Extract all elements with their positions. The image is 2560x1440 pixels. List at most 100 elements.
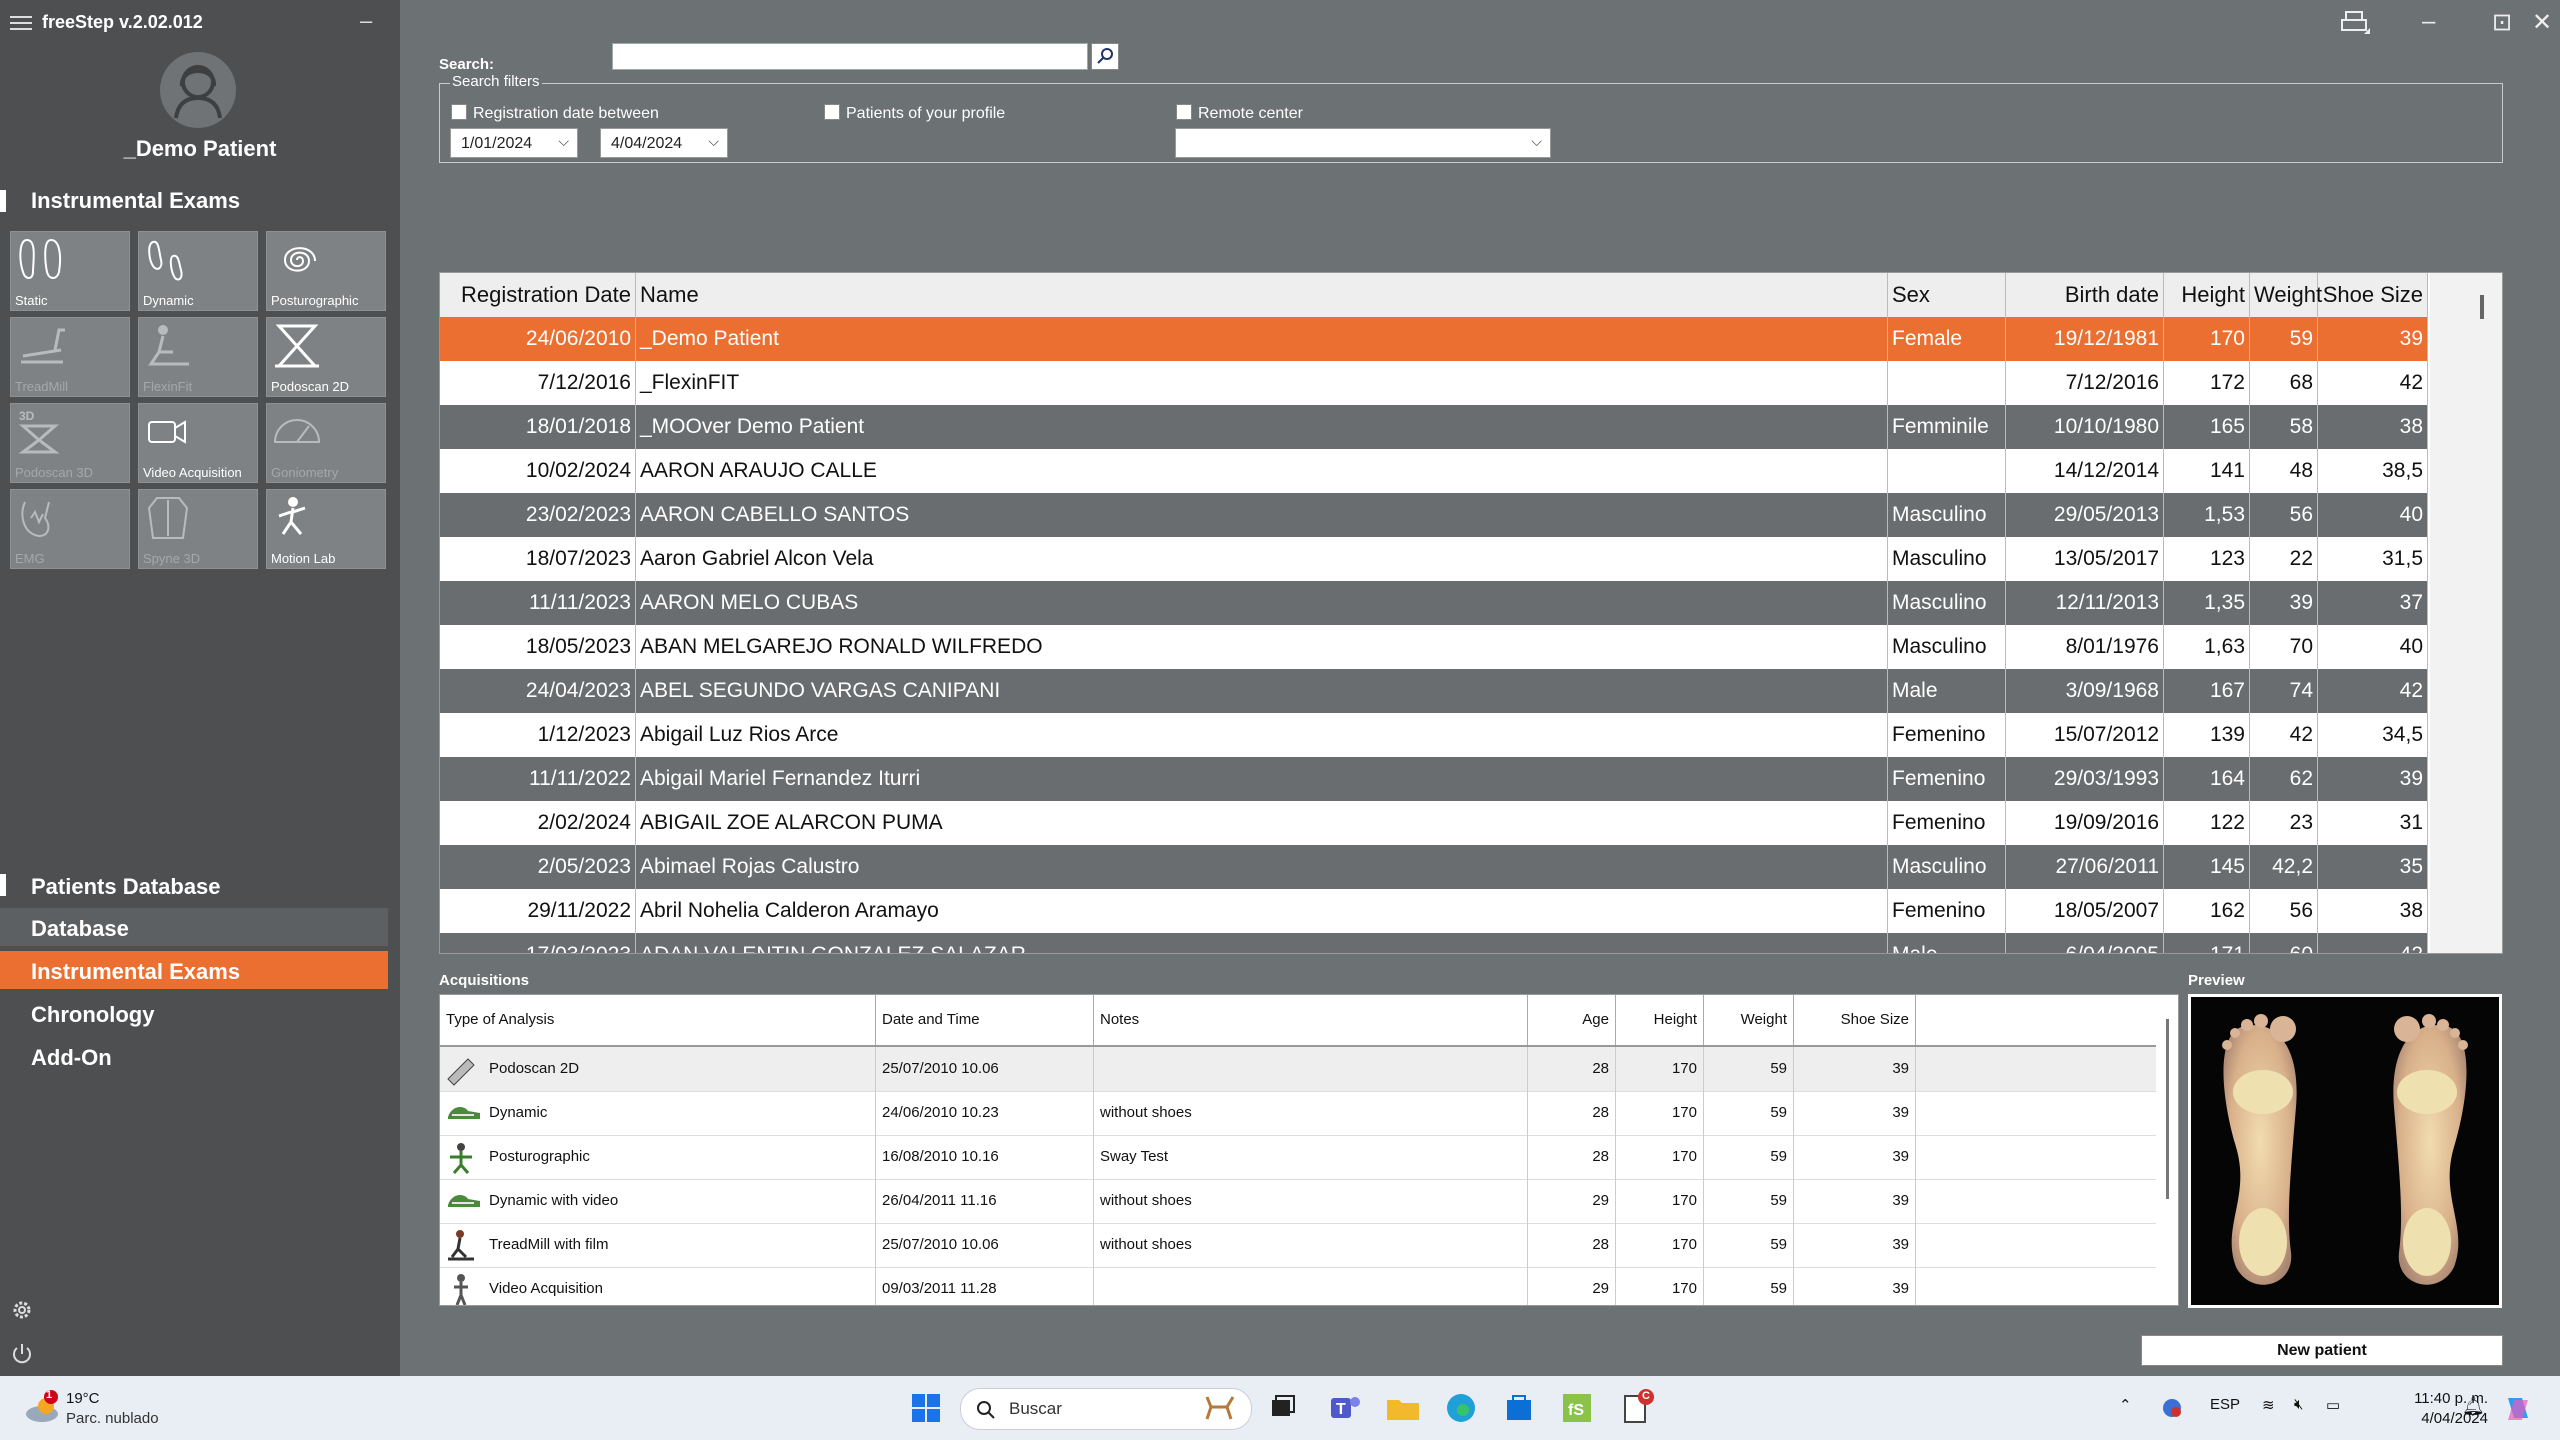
settings-gear-icon[interactable]	[10, 1298, 34, 1322]
acquisition-row[interactable]: Dynamic with video 26/04/2011 11.16 withou…	[440, 1179, 2156, 1224]
volume-muted-icon[interactable]: 🔇︎	[2294, 1396, 2303, 1413]
acquisition-row[interactable]: Video Acquisition 09/03/2011 11.28 29 170 59…	[440, 1267, 2156, 1305]
date-from-picker[interactable]: 1/01/2024 ⌵	[450, 128, 578, 158]
col-sex[interactable]: Sex	[1888, 273, 2006, 317]
minimize-button[interactable]: –	[2422, 8, 2435, 36]
cell-shoe-size: 39	[2318, 757, 2428, 801]
col-weight[interactable]: Weight	[1704, 995, 1794, 1045]
cell-weight: 59	[1704, 1047, 1794, 1091]
close-button[interactable]: ✕	[2532, 8, 2552, 37]
tile-posturographic[interactable]: Posturographic	[266, 231, 386, 311]
col-height[interactable]: Height	[2164, 273, 2250, 317]
col-notes[interactable]: Notes	[1094, 995, 1528, 1045]
taskbar-search-box[interactable]: Buscar	[960, 1388, 1252, 1430]
hamburger-menu-icon[interactable]	[10, 12, 32, 32]
copilot-icon[interactable]	[2500, 1390, 2536, 1426]
microsoft-store-icon[interactable]	[1499, 1388, 1539, 1428]
col-registration-date[interactable]: Registration Date	[440, 273, 636, 317]
acquisition-row[interactable]: Dynamic 24/06/2010 10.23 without shoes 28 17…	[440, 1091, 2156, 1136]
nav-instrumental-exams[interactable]: Instrumental Exams	[0, 951, 388, 989]
windows-start-icon[interactable]	[906, 1388, 946, 1428]
checkbox-box[interactable]	[451, 104, 467, 120]
freestep-app-icon[interactable]: fS	[1557, 1388, 1597, 1428]
tile-spyne-3d[interactable]: Spyne 3D	[138, 489, 258, 569]
table-row[interactable]: 29/11/2022 Abril Nohelia Calderon Aramayo…	[440, 889, 2428, 933]
table-row-selected[interactable]: 24/06/2010 _Demo Patient Female 19/12/1981 1…	[440, 317, 2428, 361]
language-indicator[interactable]: ESP	[2210, 1396, 2240, 1413]
table-row[interactable]: 11/11/2023 AARON MELO CUBAS Masculino 12/11…	[440, 581, 2428, 625]
acquisition-row[interactable]: Podoscan 2D 25/07/2010 10.06 28 170 59 39	[440, 1047, 2156, 1092]
table-row[interactable]: 18/07/2023 Aaron Gabriel Alcon Vela Mascul…	[440, 537, 2428, 581]
new-patient-button[interactable]: New patient	[2141, 1335, 2503, 1366]
show-hidden-icons-chevron-icon[interactable]: ⌃	[2119, 1396, 2132, 1414]
power-icon[interactable]	[10, 1342, 34, 1366]
tile-flexinfit[interactable]: FlexinFit	[138, 317, 258, 397]
nav-add-on[interactable]: Add-On	[0, 1037, 388, 1075]
sidebar-minimize-button[interactable]: –	[360, 8, 380, 33]
col-height[interactable]: Height	[1616, 995, 1704, 1045]
task-view-icon[interactable]	[1262, 1388, 1302, 1428]
acquisition-row[interactable]: Posturographic 16/08/2010 10.16 Sway Test 2…	[440, 1135, 2156, 1180]
scrollbar-thumb[interactable]	[2480, 295, 2484, 319]
col-name[interactable]: Name	[636, 273, 1888, 317]
date-to-picker[interactable]: 4/04/2024 ⌵	[600, 128, 728, 158]
tile-motion-lab[interactable]: Motion Lab	[266, 489, 386, 569]
table-row[interactable]: 18/05/2023 ABAN MELGAREJO RONALD WILFREDO…	[440, 625, 2428, 669]
col-shoe-size[interactable]: Shoe Size	[1794, 995, 1916, 1045]
weather-cloud-icon[interactable]: 1	[22, 1388, 62, 1428]
patients-of-profile-checkbox[interactable]: Patients of your profile	[824, 104, 1005, 122]
cell-sex: Female	[1888, 317, 2006, 361]
col-weight[interactable]: Weight	[2250, 273, 2322, 317]
app-tray-icon[interactable]	[2160, 1396, 2184, 1420]
table-row[interactable]: 18/01/2018 _MOOver Demo Patient Femminile 1…	[440, 405, 2428, 449]
date-to-value: 4/04/2024	[611, 135, 683, 152]
table-row[interactable]: 2/02/2024 ABIGAIL ZOE ALARCON PUMA Femenin…	[440, 801, 2428, 845]
teams-icon[interactable]: T	[1325, 1388, 1365, 1428]
print-icon[interactable]	[2340, 8, 2370, 38]
nav-chronology[interactable]: Chronology	[0, 994, 388, 1032]
remote-center-select[interactable]: ⌵	[1175, 128, 1551, 158]
nav-patients-database[interactable]: Patients Database	[0, 866, 388, 904]
edge-browser-icon[interactable]	[1441, 1388, 1481, 1428]
checkbox-box[interactable]	[824, 104, 840, 120]
table-row[interactable]: 17/03/2023ADAN VALENTIN GONZALEZ SALAZAR…	[440, 933, 2428, 953]
table-row[interactable]: 23/02/2023 AARON CABELLO SANTOS Masculino 2…	[440, 493, 2428, 537]
scrollbar-thumb[interactable]	[2166, 1019, 2169, 1199]
col-date-and-time[interactable]: Date and Time	[876, 995, 1094, 1045]
col-type-of-analysis[interactable]: Type of Analysis	[440, 995, 876, 1045]
notepad-app-icon[interactable]: C	[1615, 1388, 1655, 1428]
col-birth-date[interactable]: Birth date	[2006, 273, 2164, 317]
tile-treadmill[interactable]: TreadMill	[10, 317, 130, 397]
cell-sex	[1888, 361, 2006, 405]
table-row[interactable]: 7/12/2016 _FlexinFIT 7/12/2016 172 68 42	[440, 361, 2428, 405]
patients-scrollbar[interactable]	[2430, 273, 2502, 953]
maximize-button[interactable]: ⊡	[2492, 8, 2512, 37]
acquisition-row[interactable]: TreadMill with film 25/07/2010 10.06 witho…	[440, 1223, 2156, 1268]
search-button[interactable]	[1091, 43, 1119, 70]
table-row[interactable]: 10/02/2024 AARON ARAUJO CALLE 14/12/2014 14…	[440, 449, 2428, 493]
table-row[interactable]: 2/05/2023 Abimael Rojas Calustro Masculino…	[440, 845, 2428, 889]
tile-dynamic[interactable]: Dynamic	[138, 231, 258, 311]
acquisitions-scrollbar[interactable]	[2156, 995, 2178, 1305]
remote-center-checkbox[interactable]: Remote center	[1176, 104, 1303, 122]
tile-podoscan-3d[interactable]: 3D Podoscan 3D	[10, 403, 130, 483]
registration-date-checkbox[interactable]: Registration date between	[451, 104, 659, 122]
tile-podoscan-2d[interactable]: Podoscan 2D	[266, 317, 386, 397]
col-age[interactable]: Age	[1528, 995, 1616, 1045]
tile-goniometry[interactable]: Goniometry	[266, 403, 386, 483]
tile-video-acquisition[interactable]: Video Acquisition	[138, 403, 258, 483]
battery-icon[interactable]: ▭	[2326, 1396, 2340, 1414]
table-row[interactable]: 11/11/2022 Abigail Mariel Fernandez Iturr…	[440, 757, 2428, 801]
nav-database[interactable]: Database	[0, 908, 388, 946]
search-input[interactable]	[612, 43, 1088, 70]
notification-bell-icon[interactable]: 🔔︎	[2462, 1396, 2485, 1417]
tile-static[interactable]: Static	[10, 231, 130, 311]
wifi-icon[interactable]: ≋	[2262, 1396, 2275, 1414]
checkbox-box[interactable]	[1176, 104, 1192, 120]
col-shoe-size[interactable]: Shoe Size	[2318, 273, 2428, 317]
cell-shoe-size: 38	[2318, 889, 2428, 933]
file-explorer-icon[interactable]	[1383, 1388, 1423, 1428]
table-row[interactable]: 1/12/2023 Abigail Luz Rios Arce Femenino 15…	[440, 713, 2428, 757]
tile-emg[interactable]: EMG	[10, 489, 130, 569]
table-row[interactable]: 24/04/2023 ABEL SEGUNDO VARGAS CANIPANI Ma…	[440, 669, 2428, 713]
